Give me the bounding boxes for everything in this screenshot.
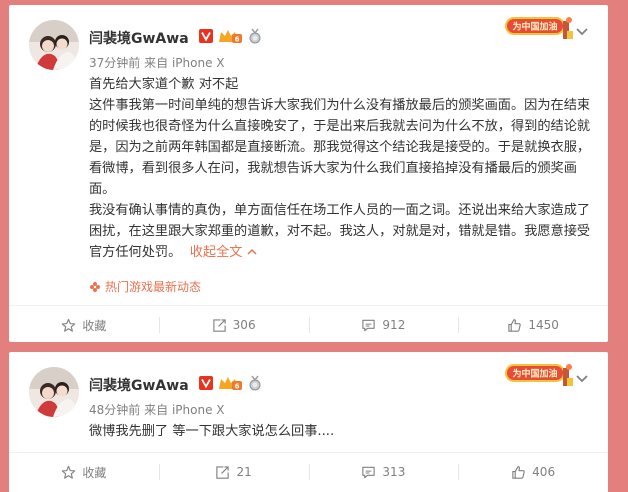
comment-count: 313 (382, 465, 406, 479)
verified-v-icon[interactable] (199, 29, 213, 43)
action-bar: 收藏 306 912 1450 (9, 305, 608, 344)
post-paragraph: 这件事我第一时间单纯的想告诉大家我们为什么没有播放最后的颁奖画面。因为在结束的时… (89, 98, 591, 197)
favorite-button[interactable]: 收藏 (9, 306, 159, 344)
repost-button[interactable]: 306 (158, 306, 309, 344)
like-count: 406 (532, 465, 556, 479)
action-bar: 收藏 21 313 406 (9, 452, 608, 491)
medal-icon[interactable] (247, 28, 263, 44)
chevron-down-icon[interactable] (574, 23, 590, 39)
source-link[interactable]: 热门游戏最新动态 (89, 278, 201, 295)
avatar-photo-icon (29, 20, 79, 70)
repost-button[interactable]: 21 (158, 453, 309, 491)
like-count: 1450 (528, 318, 559, 332)
repost-count: 306 (232, 318, 256, 332)
collapse-label[interactable]: 收起全文 (190, 245, 243, 260)
svg-text:6: 6 (235, 383, 240, 391)
device-name: iPhone X (171, 403, 225, 417)
username[interactable]: 闫裴境GwAwa (89, 375, 189, 395)
vip-member-icon[interactable]: 6 (217, 28, 243, 44)
favorite-button[interactable]: 收藏 (9, 453, 159, 491)
username[interactable]: 闫裴境GwAwa (89, 28, 189, 48)
promo-badge[interactable]: 为中国加油 (503, 11, 575, 43)
post-meta: 48分钟前 来自 iPhone X (89, 401, 225, 418)
source-label[interactable]: 热门游戏最新动态 (105, 278, 201, 295)
repost-count: 21 (236, 465, 252, 479)
favorite-label: 收藏 (82, 465, 107, 480)
weibo-card: 闫裴境GwAwa 6 37分钟前 来自 iPhone X 为中国加油 首先给大家… (9, 5, 608, 342)
from-prefix: 来自 (144, 56, 169, 70)
user-badges: 6 (199, 374, 263, 392)
post-content: 微博我先删了 等一下跟大家说怎么回事.... (89, 421, 591, 442)
post-paragraph-text: 我没有确认事情的真伪，单方面信任在场工作人员的一面之词。还说出来给大家造成了困扰… (89, 203, 591, 260)
user-badges: 6 (199, 27, 263, 45)
post-paragraph: 微博我先删了 等一下跟大家说怎么回事.... (89, 424, 335, 439)
chevron-down-icon[interactable] (574, 370, 590, 386)
promo-text: 为中国加油 (512, 368, 557, 380)
post-paragraph: 我没有确认事情的真伪，单方面信任在场工作人员的一面之词。还说出来给大家造成了困扰… (89, 200, 591, 263)
device-name: iPhone X (171, 56, 225, 70)
game-pinwheel-icon (90, 281, 100, 292)
medal-icon[interactable] (247, 375, 263, 391)
repost-icon (216, 465, 230, 479)
promo-text: 为中国加油 (512, 21, 557, 33)
post-content: 首先给大家道个歉 对不起 这件事我第一时间单纯的想告诉大家我们为什么没有播放最后… (89, 74, 591, 263)
weibo-card: 闫裴境GwAwa 6 48分钟前 来自 iPhone X 为中国加油 微博我先删… (9, 352, 608, 492)
star-icon (62, 465, 76, 479)
from-prefix: 来自 (144, 403, 169, 417)
avatar-photo-icon (29, 367, 79, 417)
vip-member-icon[interactable]: 6 (217, 375, 243, 391)
collapse-text-link[interactable]: 收起全文 (190, 245, 257, 260)
like-button[interactable]: 1450 (458, 306, 608, 344)
post-meta: 37分钟前 来自 iPhone X (89, 54, 225, 71)
star-icon (62, 318, 76, 332)
comment-button[interactable]: 313 (308, 453, 459, 491)
favorite-label: 收藏 (82, 318, 107, 333)
chevron-up-icon[interactable] (247, 248, 257, 256)
avatar[interactable] (29, 20, 79, 70)
repost-icon (212, 318, 226, 332)
thumbs-up-icon (512, 465, 525, 479)
comment-icon (362, 319, 376, 331)
svg-text:6: 6 (235, 36, 240, 44)
post-time[interactable]: 37分钟前 (89, 56, 140, 70)
comment-count: 912 (382, 318, 406, 332)
thumbs-up-icon (508, 318, 522, 332)
avatar[interactable] (29, 367, 79, 417)
like-button[interactable]: 406 (458, 453, 608, 491)
post-time[interactable]: 48分钟前 (89, 403, 140, 417)
promo-badge[interactable]: 为中国加油 (503, 358, 575, 390)
comment-icon (362, 466, 376, 478)
post-paragraph: 首先给大家道个歉 对不起 (89, 77, 239, 92)
verified-v-icon[interactable] (199, 376, 213, 390)
comment-button[interactable]: 912 (308, 306, 459, 344)
